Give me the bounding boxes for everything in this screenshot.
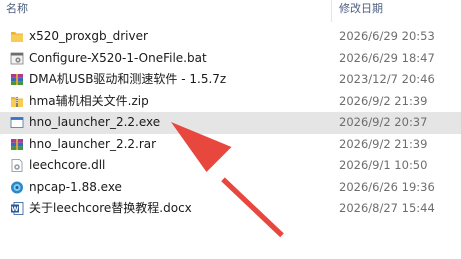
- file-row[interactable]: x520_proxgb_driver 2026/6/29 20:53: [0, 26, 461, 48]
- file-name: DMA机USB驱动和测速软件 - 1.5.7z: [29, 72, 227, 86]
- archive-icon: [10, 72, 24, 87]
- file-row[interactable]: W 关于leechcore替换教程.docx 2026/8/27 15:44: [0, 198, 461, 220]
- file-row[interactable]: Configure-X520-1-OneFile.bat 2026/6/29 1…: [0, 48, 461, 70]
- file-name: leechcore.dll: [29, 158, 106, 172]
- svg-text:W: W: [11, 205, 18, 213]
- archive-icon: [10, 137, 24, 152]
- file-row[interactable]: hno_launcher_2.2.rar 2026/9/2 21:39: [0, 134, 461, 156]
- dll-icon: [10, 158, 24, 173]
- zip-folder-icon: [10, 94, 24, 109]
- batch-file-icon: [10, 51, 24, 66]
- file-date: 2026/6/26 19:36: [339, 179, 435, 194]
- installer-icon: [10, 180, 24, 195]
- file-date: 2026/9/2 21:39: [339, 136, 428, 151]
- file-row[interactable]: leechcore.dll 2026/9/1 10:50: [0, 155, 461, 177]
- file-date: 2026/9/1 10:50: [339, 158, 428, 172]
- file-name: x520_proxgb_driver: [29, 29, 148, 43]
- file-row[interactable]: npcap-1.88.exe 2026/6/26 19:36: [0, 177, 461, 199]
- file-date: 2026/6/29 20:53: [339, 29, 435, 43]
- file-list: x520_proxgb_driver 2026/6/29 20:53 Confi…: [0, 26, 461, 220]
- file-name: Configure-X520-1-OneFile.bat: [29, 50, 207, 65]
- file-name: hno_launcher_2.2.rar: [29, 136, 157, 151]
- file-name: 关于leechcore替换教程.docx: [29, 201, 192, 215]
- file-date: 2026/6/29 18:47: [339, 50, 435, 65]
- file-row[interactable]: DMA机USB驱动和测速软件 - 1.5.7z 2023/12/7 20:46: [0, 69, 461, 91]
- file-name: hma辅机相关文件.zip: [29, 93, 149, 108]
- file-date: 2026/8/27 15:44: [339, 201, 435, 215]
- word-doc-icon: W: [10, 201, 24, 216]
- column-date-header[interactable]: 修改日期: [339, 0, 383, 18]
- file-date: 2023/12/7 20:46: [339, 72, 435, 86]
- file-date: 2026/9/2 20:37: [339, 115, 428, 129]
- file-date: 2026/9/2 21:39: [339, 93, 428, 108]
- column-divider[interactable]: [331, 0, 332, 22]
- column-header: 名称 修改日期: [0, 0, 461, 22]
- file-name: npcap-1.88.exe: [29, 179, 122, 194]
- file-name: hno_launcher_2.2.exe: [29, 115, 161, 129]
- folder-icon: [10, 29, 24, 44]
- file-row[interactable]: hma辅机相关文件.zip 2026/9/2 21:39: [0, 91, 461, 113]
- column-name-header[interactable]: 名称: [6, 0, 28, 18]
- exe-icon: [10, 115, 24, 130]
- file-row-selected[interactable]: hno_launcher_2.2.exe 2026/9/2 20:37: [0, 112, 461, 134]
